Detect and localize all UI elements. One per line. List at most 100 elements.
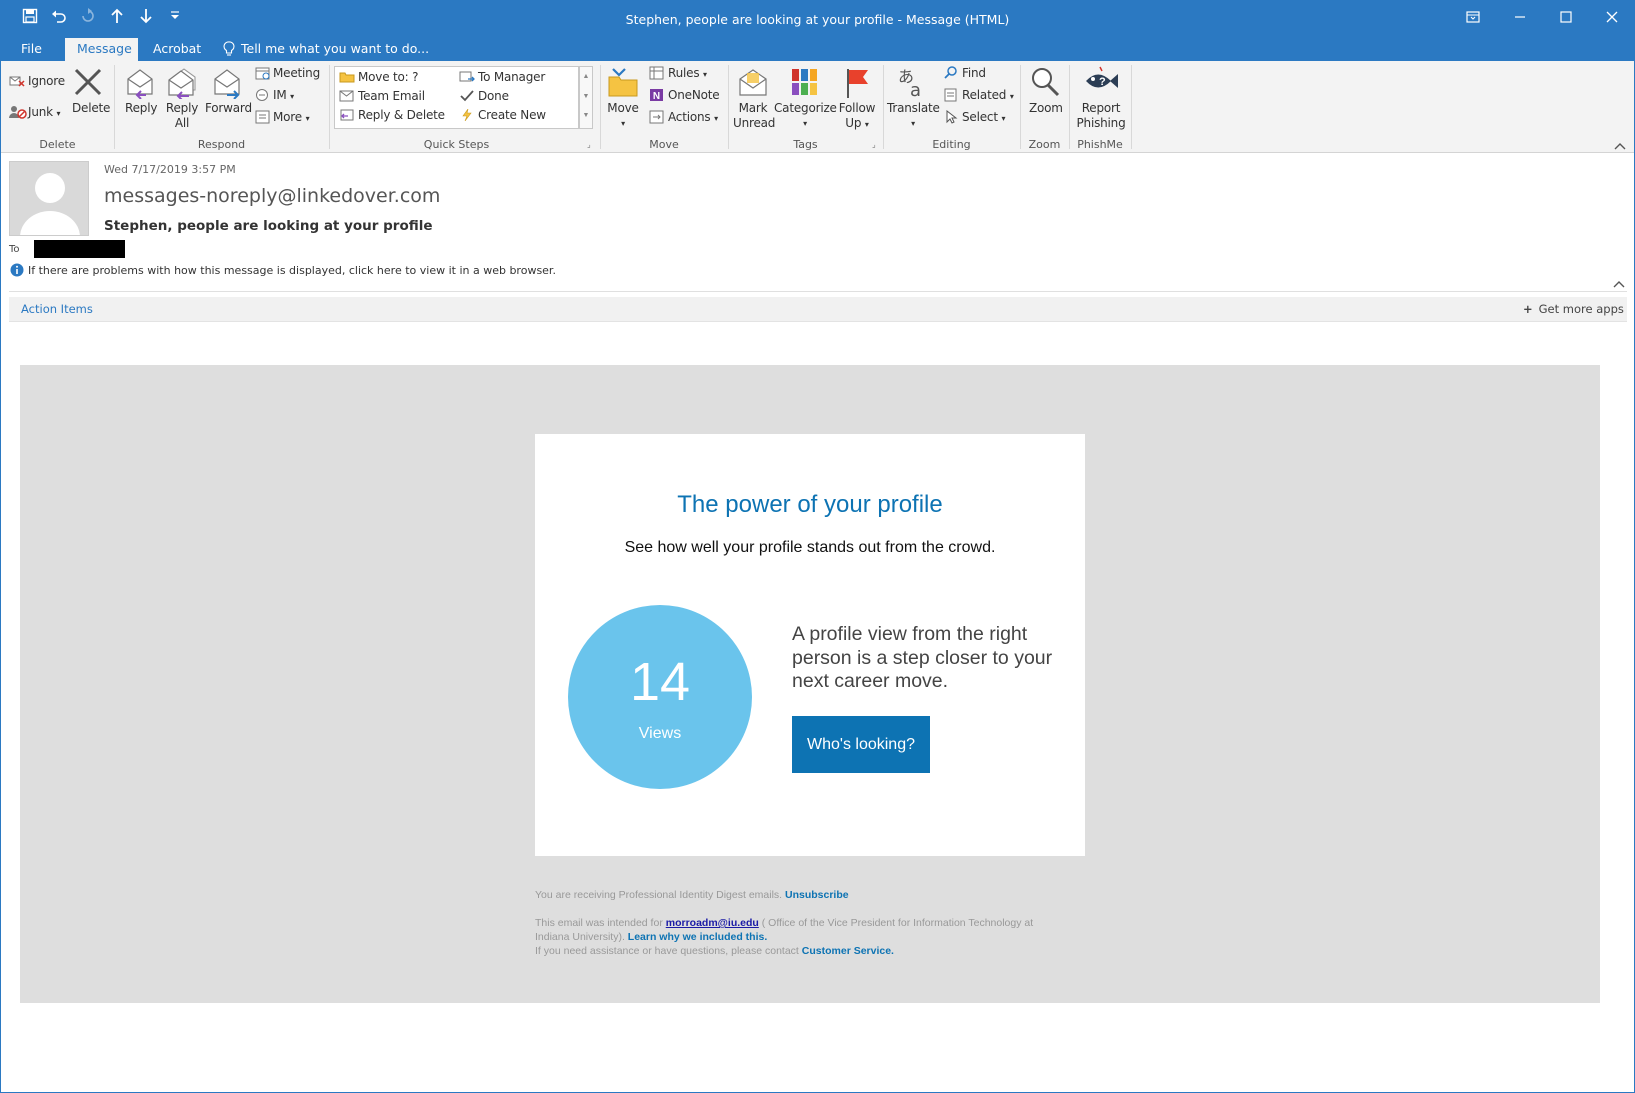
report-phishing-button[interactable]: Report Phishing xyxy=(1074,101,1128,131)
find-icon xyxy=(944,66,958,85)
get-more-apps-button[interactable]: + Get more apps xyxy=(1523,302,1624,316)
to-label: To xyxy=(9,244,20,255)
related-button[interactable]: Related ▾ xyxy=(962,88,1014,102)
title-bar: Stephen, people are looking at your prof… xyxy=(1,1,1634,38)
whos-looking-button[interactable]: Who's looking? xyxy=(792,716,930,773)
unsubscribe-link[interactable]: Unsubscribe xyxy=(785,889,849,901)
actions-icon xyxy=(649,110,665,129)
ignore-button[interactable]: Ignore xyxy=(28,74,65,88)
rules-icon xyxy=(649,66,665,85)
minimize-icon[interactable] xyxy=(1498,5,1542,33)
email-pitch-line-1: A profile view from the right xyxy=(792,623,1028,645)
select-label: Select xyxy=(962,110,998,124)
reply-delete-icon xyxy=(339,108,355,126)
translate-icon: あa xyxy=(896,66,930,105)
quick-steps-expand-icon[interactable]: ▼ xyxy=(580,107,592,125)
move-to-icon xyxy=(339,70,355,88)
team-email-icon xyxy=(339,89,355,107)
collapse-ribbon-icon[interactable] xyxy=(1614,137,1626,155)
ribbon-display-options-icon[interactable] xyxy=(1451,5,1495,33)
ribbon-separator xyxy=(883,65,884,149)
rules-dropdown-arrow: ▾ xyxy=(703,70,707,79)
close-icon[interactable] xyxy=(1590,5,1634,33)
categorize-button[interactable]: Categorize ▾ xyxy=(774,101,837,129)
tab-acrobat[interactable]: Acrobat xyxy=(141,38,213,61)
email-heading: The power of your profile xyxy=(677,491,943,518)
follow-up-label-2: Up xyxy=(845,116,862,130)
quick-step-move-to[interactable]: Move to: ? xyxy=(358,70,418,84)
actions-label: Actions xyxy=(668,110,711,124)
translate-button[interactable]: Translate ▾ xyxy=(887,101,940,129)
ribbon-separator xyxy=(1020,65,1021,149)
junk-button[interactable]: Junk ▾ xyxy=(28,105,61,119)
move-folder-icon xyxy=(607,67,639,104)
quick-steps-group-label: Quick Steps xyxy=(423,138,490,151)
junk-icon xyxy=(9,105,27,124)
find-button[interactable]: Find xyxy=(962,66,986,80)
quick-step-done[interactable]: Done xyxy=(478,89,509,103)
info-bar-view-in-browser[interactable]: If there are problems with how this mess… xyxy=(28,264,556,277)
done-check-icon xyxy=(459,89,475,107)
maximize-icon[interactable] xyxy=(1544,5,1588,33)
follow-up-button[interactable]: Follow Up ▾ xyxy=(836,101,878,132)
more-dropdown-arrow: ▾ xyxy=(305,114,310,123)
ribbon-separator xyxy=(1069,65,1070,149)
tags-dialog-launcher-icon[interactable]: ⌟ xyxy=(872,140,876,149)
reply-all-label-2: All xyxy=(174,116,190,130)
reply-all-button[interactable]: Reply All xyxy=(165,101,199,131)
editing-group-label: Editing xyxy=(932,138,971,151)
rules-button[interactable]: Rules ▾ xyxy=(668,66,707,80)
reply-button[interactable]: Reply xyxy=(125,101,157,115)
customer-service-link[interactable]: Customer Service. xyxy=(802,945,894,957)
reply-all-icon xyxy=(165,67,199,104)
zoom-button[interactable]: Zoom xyxy=(1029,101,1063,115)
delete-icon xyxy=(73,67,103,102)
message-sender[interactable]: messages-noreply@linkedover.com xyxy=(104,185,440,207)
quick-steps-scroll-up-icon[interactable]: ▲ xyxy=(580,67,592,87)
follow-up-dropdown-arrow: ▾ xyxy=(864,120,869,129)
phishme-fish-icon: ? xyxy=(1083,66,1119,101)
quick-step-reply-delete[interactable]: Reply & Delete xyxy=(358,108,445,122)
intended-email-link[interactable]: morroadm@iu.edu xyxy=(666,917,759,929)
forward-button[interactable]: Forward xyxy=(205,101,252,115)
select-button[interactable]: Select ▾ xyxy=(962,110,1005,124)
learn-why-link[interactable]: Learn why we included this. xyxy=(628,931,767,943)
translate-dropdown-arrow: ▾ xyxy=(911,119,915,128)
mark-unread-button[interactable]: Mark Unread xyxy=(733,101,775,131)
translate-label: Translate xyxy=(887,101,940,115)
quick-steps-scroll-down-icon[interactable]: ▼ xyxy=(580,87,592,107)
reply-all-label-1: Reply xyxy=(165,101,199,115)
quick-steps-dialog-launcher-icon[interactable]: ⌟ xyxy=(587,140,591,149)
delete-group-label: Delete xyxy=(39,138,76,151)
tab-file[interactable]: File xyxy=(9,38,54,61)
zoom-group-label: Zoom xyxy=(1028,138,1061,151)
quick-step-team-email[interactable]: Team Email xyxy=(358,89,425,103)
tab-message[interactable]: Message xyxy=(65,38,138,61)
footer-intended-org-2: Indiana University). xyxy=(535,931,625,943)
junk-label: Junk xyxy=(28,105,53,119)
action-items-tab[interactable]: Action Items xyxy=(21,302,93,316)
zoom-magnifier-icon xyxy=(1029,66,1061,103)
onenote-button[interactable]: OneNote xyxy=(668,88,720,102)
phishme-group-label: PhishMe xyxy=(1077,138,1123,151)
quick-step-create-new[interactable]: Create New xyxy=(478,108,546,122)
im-button[interactable]: IM ▾ xyxy=(273,88,294,102)
meeting-button[interactable]: Meeting xyxy=(273,66,320,80)
actions-button[interactable]: Actions ▾ xyxy=(668,110,718,124)
email-footer-intended: This email was intended for morroadm@iu.… xyxy=(535,916,1095,958)
plus-icon: + xyxy=(1523,302,1533,316)
create-new-icon xyxy=(459,108,475,126)
delete-button[interactable]: Delete xyxy=(72,101,110,115)
move-button[interactable]: Move ▾ xyxy=(605,101,641,129)
quick-steps-scrollbar[interactable]: ▲ ▼ ▼ xyxy=(579,66,593,129)
action-items-bar: Action Items + Get more apps xyxy=(9,297,1627,322)
select-cursor-icon xyxy=(944,109,958,129)
more-button[interactable]: More ▾ xyxy=(273,110,310,124)
more-label: More xyxy=(273,110,302,124)
tell-me-search[interactable]: Tell me what you want to do... xyxy=(229,38,441,61)
follow-up-label-1: Follow xyxy=(838,101,876,115)
quick-step-to-manager[interactable]: To Manager xyxy=(478,70,545,84)
mark-unread-icon xyxy=(737,67,769,104)
header-divider xyxy=(9,291,1627,292)
im-icon xyxy=(255,88,271,107)
